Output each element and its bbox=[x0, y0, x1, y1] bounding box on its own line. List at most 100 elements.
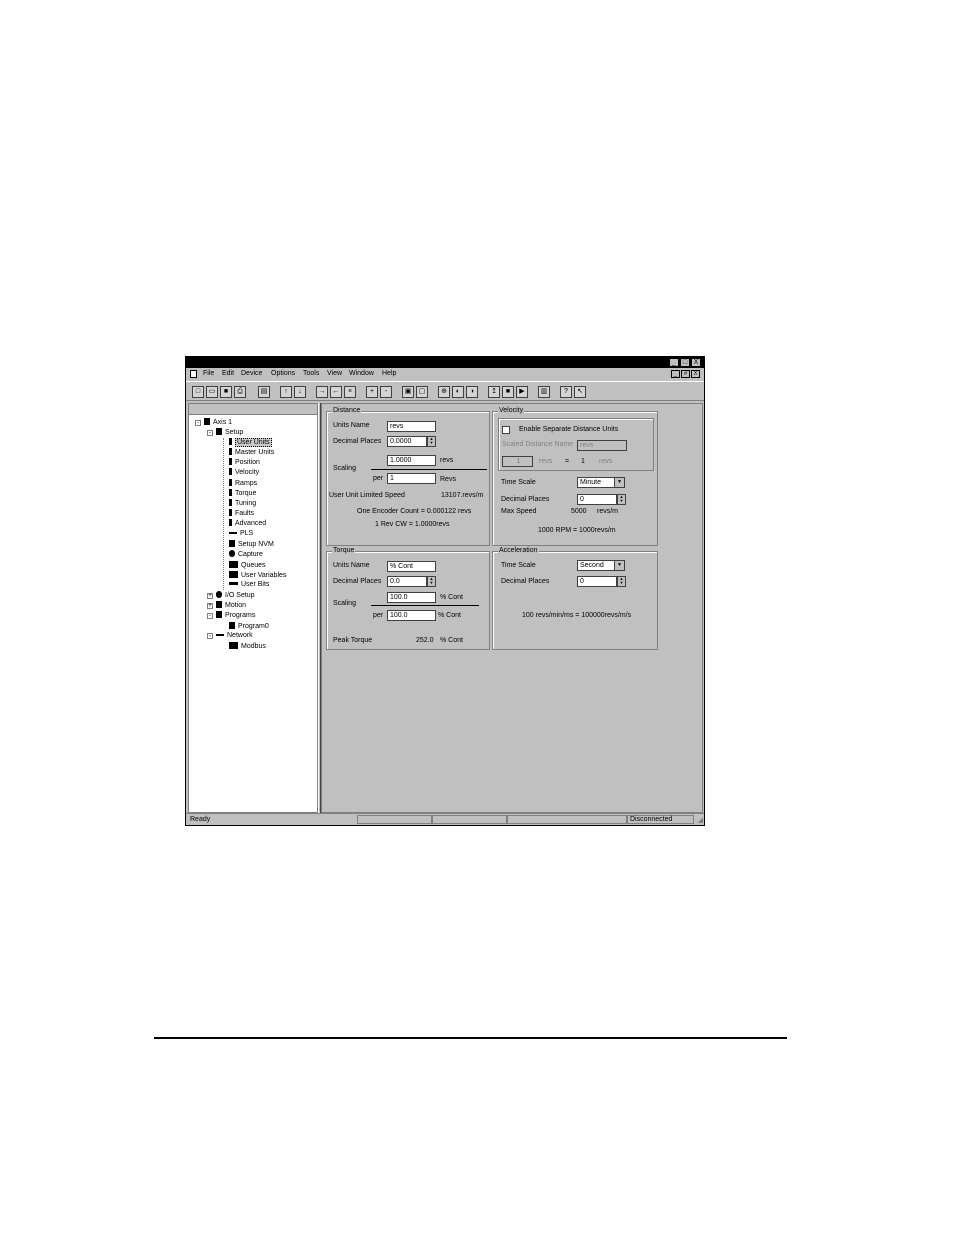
child-minimize-button[interactable]: _ bbox=[671, 370, 680, 378]
child-close-button[interactable]: X bbox=[691, 370, 700, 378]
tree-node-capture[interactable]: Capture bbox=[229, 550, 263, 558]
tree-node-torque[interactable]: Torque bbox=[229, 489, 256, 497]
torque-units-name-input[interactable]: % Cont bbox=[387, 561, 436, 572]
tree-node-programs[interactable]: Programs bbox=[216, 611, 255, 619]
menu-view[interactable]: View bbox=[327, 370, 342, 377]
about-icon[interactable]: ? bbox=[560, 386, 572, 398]
close-button[interactable]: X bbox=[691, 358, 701, 367]
velocity-time-scale-select[interactable]: Minute ▼ bbox=[577, 477, 625, 488]
document-icon[interactable] bbox=[190, 370, 197, 378]
velocity-decimal-places-input[interactable]: 0 bbox=[577, 494, 617, 505]
tree-node-queues[interactable]: Queues bbox=[229, 561, 266, 569]
variables-icon bbox=[229, 571, 238, 578]
tree-node-faults[interactable]: Faults bbox=[229, 509, 254, 517]
acceleration-time-scale-select[interactable]: Second ▼ bbox=[577, 560, 625, 571]
torque-scaling-input[interactable]: 100.0 bbox=[387, 592, 436, 603]
per-label: per bbox=[373, 475, 384, 482]
save-icon[interactable]: ■ bbox=[220, 386, 232, 398]
tree-node-pls[interactable]: PLS bbox=[229, 530, 253, 537]
conversion-right-units: revs bbox=[599, 458, 613, 465]
menu-edit[interactable]: Edit bbox=[222, 370, 234, 377]
paste-icon[interactable]: ▢ bbox=[416, 386, 428, 398]
toolbar: □ ▭ ■ ⎙ ▤ ↑ ↓ → ← × + - ▣ ▢ ⊕ ◐ ◑ ↥ ■ ▶ … bbox=[186, 381, 704, 401]
tree-node-io-setup[interactable]: I/O Setup bbox=[216, 591, 255, 599]
collapse-icon[interactable]: - bbox=[207, 633, 213, 639]
tree-node-user-variables[interactable]: User Variables bbox=[229, 571, 286, 579]
torque-decimal-spinner[interactable]: ▲ ▼ bbox=[427, 576, 436, 587]
menu-tools[interactable]: Tools bbox=[303, 370, 319, 377]
peak-torque-value: 252.0 bbox=[416, 637, 434, 644]
tree-node-label: Motion bbox=[225, 602, 247, 609]
zoom-in-icon[interactable]: ⊕ bbox=[438, 386, 450, 398]
run-icon[interactable]: ↥ bbox=[488, 386, 500, 398]
disable-icon[interactable]: ◑ bbox=[466, 386, 478, 398]
tree-node-master-units[interactable]: Master Units bbox=[229, 448, 274, 456]
peak-torque-units: % Cont bbox=[440, 637, 463, 644]
motion-icon bbox=[216, 601, 222, 608]
rev-cw-text: 1 Rev CW = 1.0000revs bbox=[375, 521, 450, 528]
step-in-icon[interactable]: → bbox=[316, 386, 328, 398]
tree-node-tuning[interactable]: Tuning bbox=[229, 499, 256, 507]
add-watch-icon[interactable]: + bbox=[366, 386, 378, 398]
velocity-decimal-spinner[interactable]: ▲ ▼ bbox=[617, 494, 626, 505]
chevron-down-icon[interactable]: ▼ bbox=[614, 478, 624, 487]
scaled-distance-name-input[interactable]: revs bbox=[577, 440, 627, 451]
copy-icon[interactable]: ▣ bbox=[402, 386, 414, 398]
tree-node-setup-nvm[interactable]: Setup NVM bbox=[229, 540, 274, 548]
enable-icon[interactable]: ◐ bbox=[452, 386, 464, 398]
expand-icon[interactable]: + bbox=[207, 593, 213, 599]
tree-view[interactable]: - Axis 1 - Setup User Units Master Units… bbox=[188, 403, 318, 813]
collapse-icon[interactable]: - bbox=[207, 430, 213, 436]
tree-node-velocity[interactable]: Velocity bbox=[229, 468, 259, 476]
tree-node-motion[interactable]: Motion bbox=[216, 601, 246, 609]
distance-decimal-spinner[interactable]: ▲ ▼ bbox=[427, 436, 436, 447]
tree-node-user-units[interactable]: User Units bbox=[229, 438, 272, 447]
expand-icon[interactable]: + bbox=[207, 603, 213, 609]
menu-window[interactable]: Window bbox=[349, 370, 374, 377]
torque-decimal-places-input[interactable]: 0.0 bbox=[387, 576, 427, 587]
menu-help[interactable]: Help bbox=[382, 370, 396, 377]
distance-units-name-input[interactable]: revs bbox=[387, 421, 436, 432]
conversion-left-input[interactable]: 1 bbox=[502, 456, 533, 467]
resize-grip-icon[interactable]: ◢ bbox=[698, 816, 703, 824]
download-icon[interactable]: ↓ bbox=[294, 386, 306, 398]
new-file-icon[interactable]: □ bbox=[192, 386, 204, 398]
upload-icon[interactable]: ↑ bbox=[280, 386, 292, 398]
tree-node-setup[interactable]: Setup bbox=[216, 428, 243, 436]
step-out-icon[interactable]: ← bbox=[330, 386, 342, 398]
chevron-down-icon[interactable]: ▼ bbox=[614, 561, 624, 570]
tree-node-program0[interactable]: Program0 bbox=[229, 622, 269, 630]
distance-per-input[interactable]: 1 bbox=[387, 473, 436, 484]
tree-node-advanced[interactable]: Advanced bbox=[229, 519, 266, 527]
remove-watch-icon[interactable]: - bbox=[380, 386, 392, 398]
tree-node-network[interactable]: Network bbox=[216, 632, 253, 639]
menu-file[interactable]: File bbox=[203, 370, 214, 377]
distance-decimal-places-input[interactable]: 0.0000 bbox=[387, 436, 427, 447]
enable-separate-units-checkbox[interactable] bbox=[502, 426, 510, 434]
acceleration-decimal-spinner[interactable]: ▲ ▼ bbox=[617, 576, 626, 587]
menu-device[interactable]: Device bbox=[241, 370, 262, 377]
distance-scaling-input[interactable]: 1.0000 bbox=[387, 455, 436, 466]
open-folder-icon[interactable]: ▭ bbox=[206, 386, 218, 398]
minimize-button[interactable]: _ bbox=[669, 358, 679, 367]
tree-node-label: User Units bbox=[235, 438, 272, 447]
child-restore-button[interactable]: # bbox=[681, 370, 690, 378]
menu-options[interactable]: Options bbox=[271, 370, 295, 377]
collapse-icon[interactable]: - bbox=[195, 420, 201, 426]
tree-node-position[interactable]: Position bbox=[229, 458, 260, 466]
print-preview-icon[interactable]: ▤ bbox=[258, 386, 270, 398]
tree-node-modbus[interactable]: Modbus bbox=[229, 642, 266, 650]
acceleration-decimal-places-input[interactable]: 0 bbox=[577, 576, 617, 587]
stop-icon[interactable]: ■ bbox=[502, 386, 514, 398]
torque-per-input[interactable]: 100.0 bbox=[387, 610, 436, 621]
tree-node-axis[interactable]: Axis 1 bbox=[204, 418, 232, 426]
delete-icon[interactable]: × bbox=[344, 386, 356, 398]
maximize-button[interactable]: □ bbox=[680, 358, 690, 367]
context-help-icon[interactable]: ↖ bbox=[574, 386, 586, 398]
print-icon[interactable]: ⎙ bbox=[234, 386, 246, 398]
collapse-icon[interactable]: - bbox=[207, 613, 213, 619]
layout-icon[interactable]: ▥ bbox=[538, 386, 550, 398]
tree-node-ramps[interactable]: Ramps bbox=[229, 479, 257, 487]
pause-icon[interactable]: ▶ bbox=[516, 386, 528, 398]
tree-node-user-bits[interactable]: User Bits bbox=[229, 581, 269, 588]
